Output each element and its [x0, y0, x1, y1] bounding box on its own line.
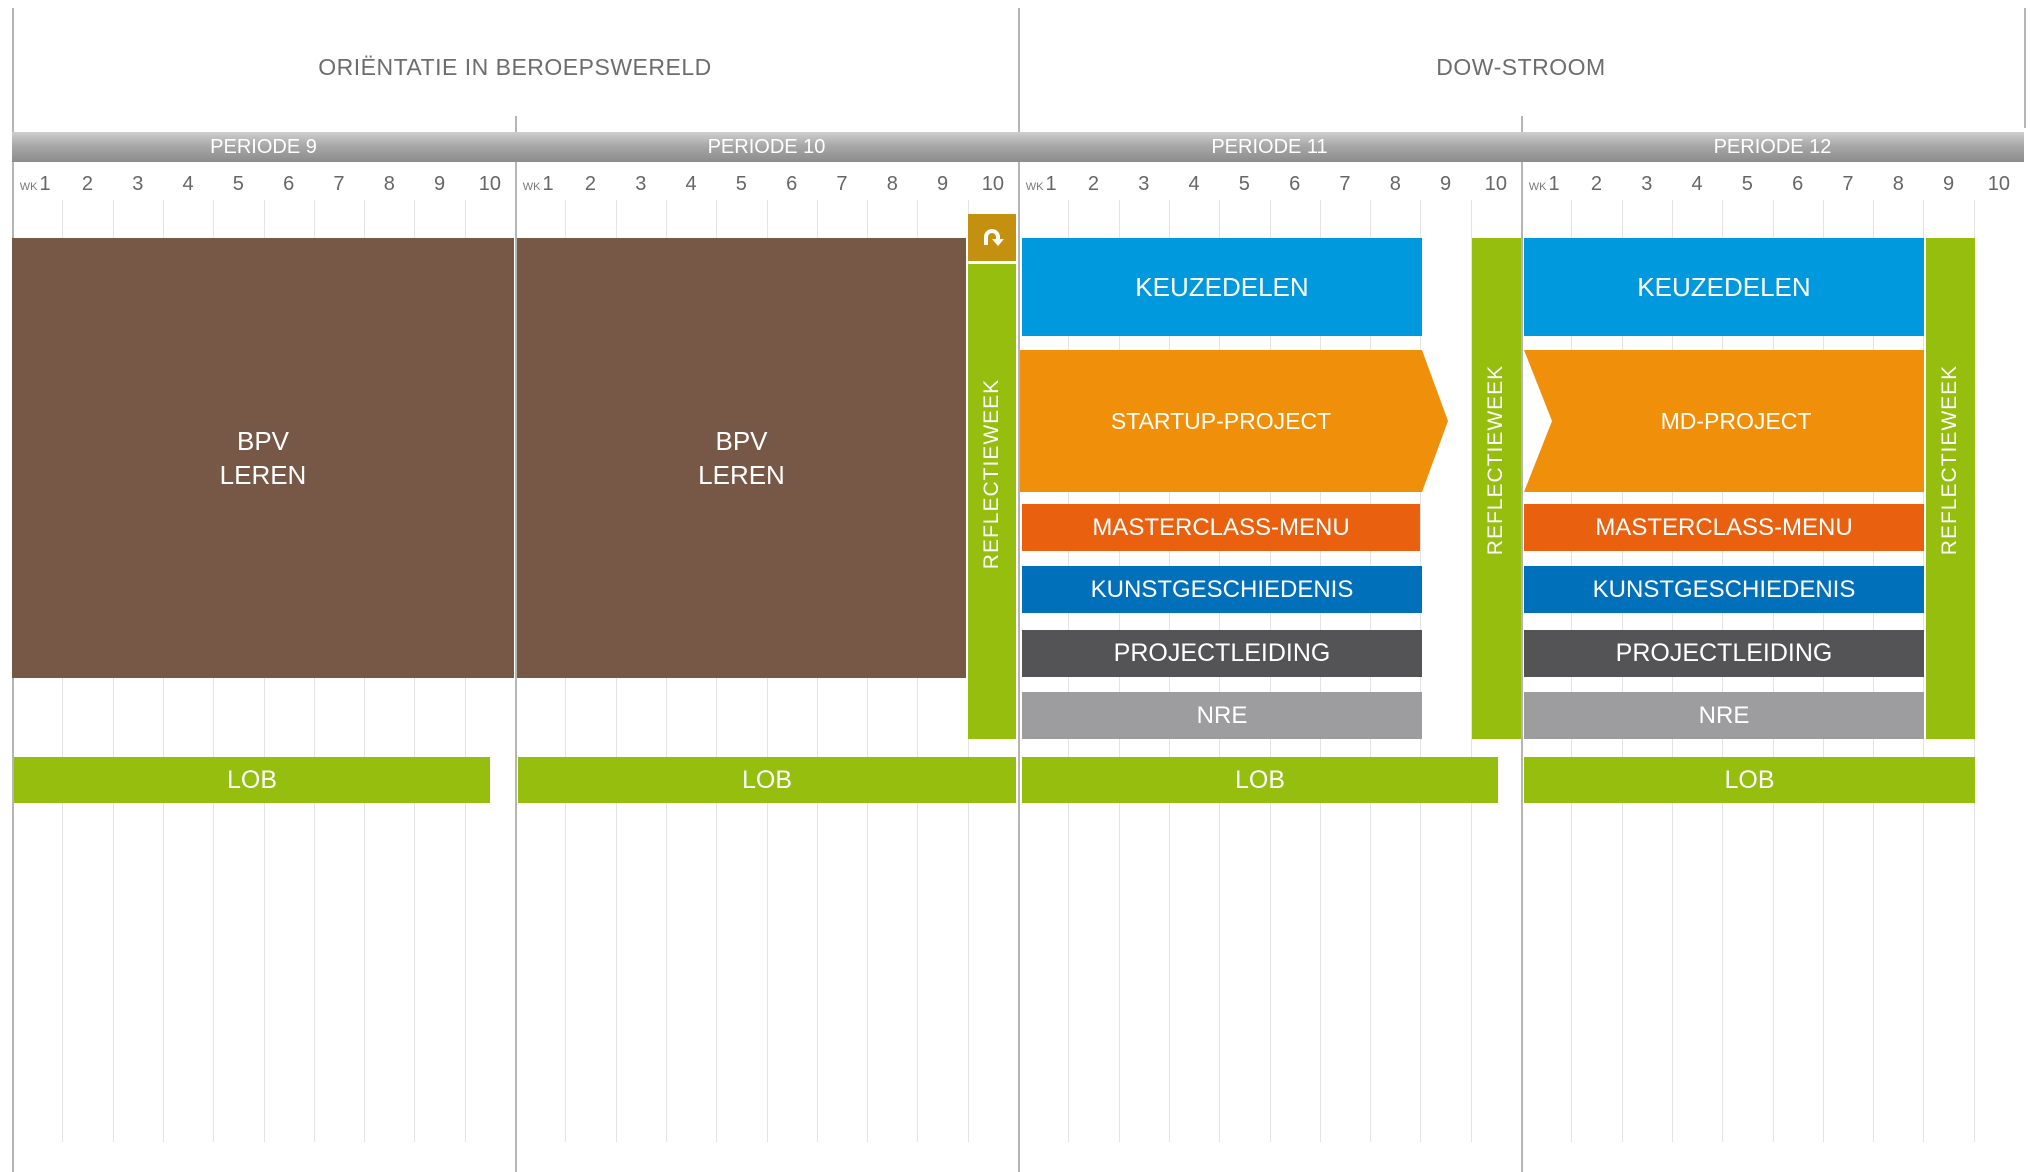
week-prefix: WK: [1528, 181, 1547, 193]
week-number: 4: [1188, 173, 1200, 195]
week-number: WK 1: [1025, 173, 1057, 195]
reflection-icon-box: [968, 214, 1016, 261]
reflectieweek-bar-p12: REFLECTIEWEEK: [1926, 238, 1975, 739]
lob-block-p12: LOB: [1524, 757, 1975, 803]
week-number: 7: [333, 173, 345, 195]
week-number: 3: [635, 173, 647, 195]
week-number: 10: [981, 173, 1004, 195]
week-number: 6: [786, 173, 798, 195]
week-number: 7: [1339, 173, 1351, 195]
week-number: 3: [132, 173, 144, 195]
week-number: 5: [1238, 173, 1250, 195]
week-number: 6: [283, 173, 295, 195]
week-number: 9: [433, 173, 446, 195]
week-number: 6: [1289, 173, 1301, 195]
week-number: WK 1: [522, 173, 554, 195]
keuzedelen-block-p12: KEUZEDELEN: [1524, 238, 1924, 336]
bpv-leren-block-p9: BPV LEREN: [12, 238, 514, 678]
nre-block-p12: NRE: [1524, 692, 1924, 739]
bpv-leren-block-p10: BPV LEREN: [517, 238, 966, 678]
leren-label: LEREN: [698, 460, 785, 490]
week-prefix: WK: [19, 181, 38, 193]
week-number: 8: [886, 173, 898, 195]
kunstgeschiedenis-block-p12: KUNSTGESCHIEDENIS: [1524, 566, 1924, 613]
startup-project-label: STARTUP-PROJECT: [1110, 407, 1332, 434]
lob-block-p10: LOB: [518, 757, 1016, 803]
period-divider: [1521, 116, 1523, 1172]
week-number: 4: [1691, 173, 1703, 195]
curriculum-schedule: ORIËNTATIE IN BEROEPSWERELD DOW-STROOM P…: [0, 0, 2033, 1172]
week-number: 10: [478, 173, 501, 195]
period-12-header: PERIODE 12: [1521, 132, 2024, 162]
week-number: 10: [1987, 173, 2010, 195]
week-number: 2: [81, 173, 93, 195]
week-prefix: WK: [1025, 181, 1044, 193]
nre-block-p11: NRE: [1022, 692, 1422, 739]
period-divider: [2024, 8, 2026, 128]
reflectieweek-label: REFLECTIEWEEK: [980, 378, 1003, 570]
week-number: 3: [1641, 173, 1653, 195]
stream-title-dow: DOW-STROOM: [1436, 54, 1606, 80]
week-number: WK 1: [19, 173, 51, 195]
period-9-header: PERIODE 9: [12, 132, 515, 162]
leren-label: LEREN: [219, 460, 307, 490]
week-number: 2: [1087, 173, 1099, 195]
week-number: WK 1: [1528, 173, 1560, 195]
week-number: 9: [1439, 173, 1452, 195]
week-number: 8: [1892, 173, 1904, 195]
reflectieweek-label: REFLECTIEWEEK: [1938, 364, 1961, 556]
week-number: 9: [936, 173, 949, 195]
week-prefix: WK: [522, 181, 541, 193]
lob-block-p11: LOB: [1022, 757, 1498, 803]
week-number: 9: [1942, 173, 1955, 195]
period-11-header: PERIODE 11: [1018, 132, 1521, 162]
week-number: 7: [836, 173, 848, 195]
week-number: 8: [383, 173, 395, 195]
reflectieweek-bar-p10: REFLECTIEWEEK: [968, 264, 1016, 739]
week-number: 4: [685, 173, 697, 195]
bpv-label: BPV: [715, 426, 768, 456]
reflectieweek-label: REFLECTIEWEEK: [1484, 364, 1507, 556]
projectleiding-block-p12: PROJECTLEIDING: [1524, 630, 1924, 677]
week-number: 7: [1842, 173, 1854, 195]
week-number: 4: [182, 173, 194, 195]
period-10-header: PERIODE 10: [515, 132, 1018, 162]
kunstgeschiedenis-block-p11: KUNSTGESCHIEDENIS: [1022, 566, 1422, 613]
keuzedelen-block-p11: KEUZEDELEN: [1022, 238, 1422, 336]
md-project-label: MD-PROJECT: [1660, 407, 1812, 434]
lob-block-p9: LOB: [14, 757, 490, 803]
week-number: 6: [1792, 173, 1804, 195]
week-number: 2: [1590, 173, 1602, 195]
period-divider: [1018, 8, 1020, 1172]
week-number: 5: [1741, 173, 1753, 195]
week-number: 5: [232, 173, 244, 195]
reflectieweek-bar-p11: REFLECTIEWEEK: [1472, 238, 1521, 739]
week-number: 2: [584, 173, 596, 195]
week-number: 10: [1484, 173, 1507, 195]
week-number: 3: [1138, 173, 1150, 195]
week-number: 8: [1389, 173, 1401, 195]
masterclass-menu-block-p11: MASTERCLASS-MENU: [1022, 504, 1420, 551]
projectleiding-block-p11: PROJECTLEIDING: [1022, 630, 1422, 677]
stream-title-orientatie: ORIËNTATIE IN BEROEPSWERELD: [318, 54, 712, 80]
return-arrow-icon: [984, 228, 1004, 246]
masterclass-menu-block-p12: MASTERCLASS-MENU: [1524, 504, 1924, 551]
bpv-label: BPV: [236, 426, 290, 456]
week-number: 5: [735, 173, 747, 195]
